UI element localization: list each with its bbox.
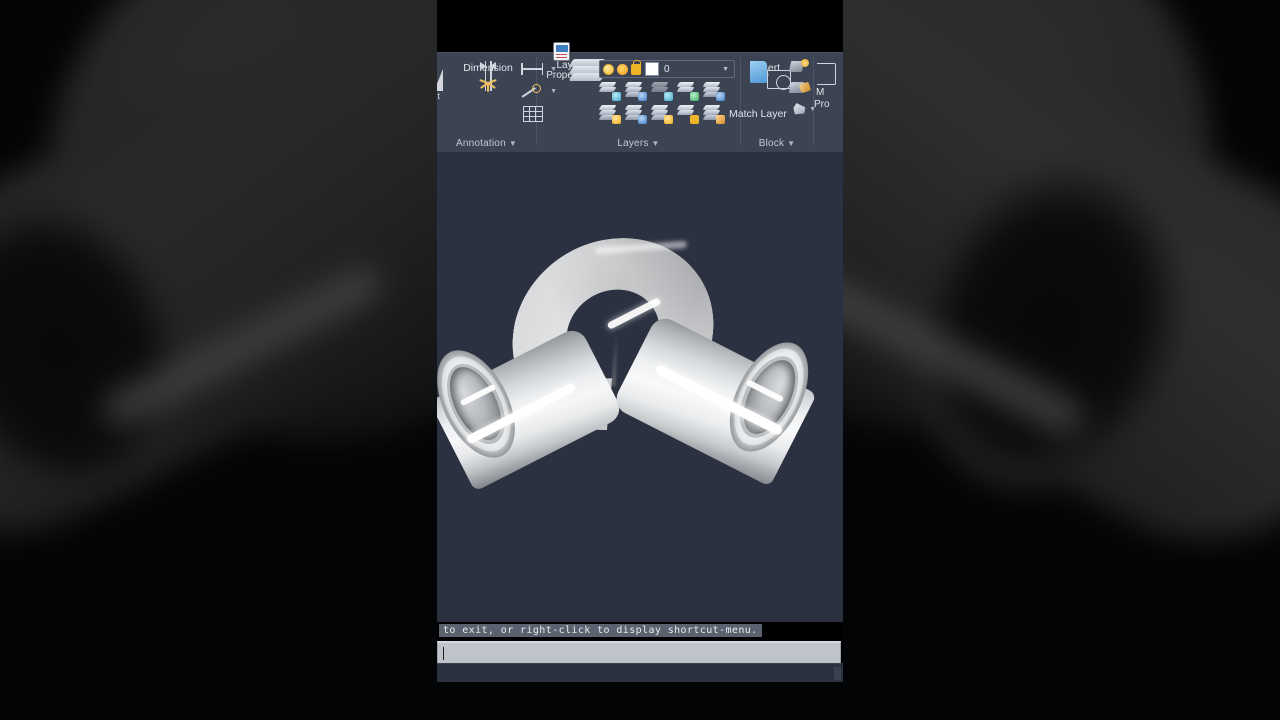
layer-tools-row: Match Layer [598,102,787,125]
block-mini-tools: ▼ [788,58,816,121]
block-panel-title[interactable]: Block ▼ [741,138,813,149]
pipe-elbow-model[interactable] [437,152,843,622]
ribbon-panel-layers: Layer Properties 0 ▼ [537,42,787,151]
dimension-button-label: Dimension [463,62,513,74]
ribbon-panel-block: Insert ▼ ▼ Block▼ [741,53,816,151]
center-video-panel: xt [437,0,843,682]
chevron-down-icon[interactable]: ▼ [787,139,795,148]
unlocked-padlock-icon[interactable] [631,59,641,75]
text-caret [443,647,444,660]
create-block-button[interactable] [788,58,811,77]
command-prompt-text: to exit, or right-click to display short… [439,624,762,637]
layer-off-icon[interactable] [598,81,621,101]
edit-block-button[interactable] [788,79,812,98]
properties-icon [817,63,836,85]
layer-tools-row [598,79,739,102]
layer-properties-button[interactable]: Layer Properties [541,42,606,81]
top-letterbox [437,0,843,52]
ribbon-panel-properties-clipped: M Pro [814,53,843,151]
properties-clipped-label-line2: Pro [814,99,830,110]
layers-panel-title[interactable]: Layers ▼ [537,138,740,149]
lightbulb-on-icon[interactable] [603,63,614,75]
edit-attribute-icon [793,103,806,115]
block-panel-label: Block [758,138,785,149]
annotation-panel-title[interactable]: Annotation ▼ [437,138,536,149]
status-bar[interactable] [437,663,843,682]
properties-clipped-label-line1: M [816,87,825,98]
command-input[interactable] [437,641,841,665]
chevron-down-icon[interactable]: ▼ [652,139,660,148]
layer-unlock-icon[interactable] [676,104,699,124]
current-layer-dropdown[interactable]: 0 ▼ [599,59,735,78]
layer-freeze-icon[interactable] [650,81,673,101]
screenshot-stage: xt [0,0,1280,720]
chevron-down-icon[interactable]: ▼ [722,66,729,73]
current-layer-name: 0 [664,63,670,75]
layer-unisolate-icon[interactable] [624,104,647,124]
ribbon-panel-annotation: xt [437,53,557,151]
clipped-text-label: xt [437,91,441,101]
ribbon: xt [437,42,843,153]
sun-icon[interactable] [617,63,628,75]
layer-tools-grid: Match Layer [598,79,787,125]
layer-isolate-icon[interactable] [624,81,647,101]
text-tool-icon [437,69,443,91]
clipped-text-tool[interactable]: xt [437,69,449,101]
layer-color-swatch[interactable] [645,62,659,76]
dimension-button[interactable]: Dimension [459,61,517,92]
edit-attribute-button[interactable]: ▼ [789,100,816,119]
layer-change-icon[interactable] [702,104,725,124]
annotation-panel-label: Annotation [456,138,506,149]
layers-panel-label: Layers [617,138,649,149]
insert-block-button[interactable]: Insert ▼ [745,61,791,90]
layer-on-icon[interactable] [598,104,621,124]
sparkle-icon [801,59,809,67]
layer-lock-icon[interactable] [676,81,699,101]
chevron-down-icon[interactable]: ▼ [509,139,517,148]
layer-thaw-icon[interactable] [650,104,673,124]
drawing-canvas[interactable] [437,152,843,622]
command-prompt-area: to exit, or right-click to display short… [437,622,843,642]
status-bar-handle[interactable] [834,667,841,680]
layer-make-current-icon[interactable] [702,81,725,101]
brush-icon [798,81,812,94]
